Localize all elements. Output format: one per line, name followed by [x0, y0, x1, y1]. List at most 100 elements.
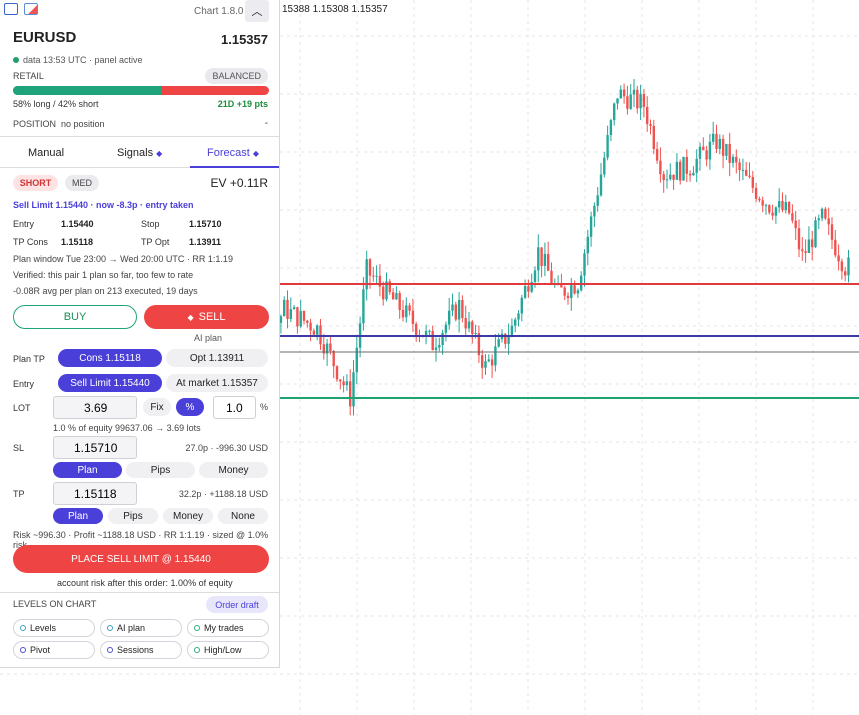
- tab-signals[interactable]: Signals ◆: [117, 147, 162, 159]
- sl-mode-pips[interactable]: Pips: [126, 462, 195, 478]
- candle-body: [834, 239, 837, 256]
- level-toggle-high-low[interactable]: High/Low: [187, 641, 269, 659]
- lot-input[interactable]: [53, 396, 137, 419]
- candle-body: [837, 255, 840, 262]
- candle-body: [652, 125, 655, 150]
- candle-body: [586, 236, 589, 254]
- risk-percent-input[interactable]: [213, 396, 256, 419]
- candle-body: [576, 290, 580, 294]
- candle-body: [778, 201, 781, 208]
- candle-body: [279, 316, 283, 323]
- candle-body: [655, 149, 659, 161]
- candle-body: [649, 124, 652, 126]
- candle-body: [309, 322, 312, 331]
- percent-button[interactable]: %: [176, 398, 204, 416]
- candle-body: [688, 173, 692, 176]
- plan-tp-opt-button[interactable]: Opt 1.13911: [166, 349, 268, 367]
- sell-button[interactable]: ◆ SELL: [144, 305, 269, 329]
- level-toggle-sessions[interactable]: Sessions: [100, 641, 182, 659]
- tp-info: 32.2p · +1188.18 USD: [178, 489, 268, 499]
- candle-body: [738, 162, 741, 171]
- sl-input[interactable]: [53, 436, 137, 459]
- retail-long-fill: [13, 86, 162, 95]
- candle-body: [679, 161, 682, 181]
- chart-type-icon[interactable]: [24, 3, 38, 15]
- candle-body: [573, 285, 576, 294]
- candle-body: [487, 359, 490, 362]
- collapse-button[interactable]: ︿: [245, 0, 269, 22]
- candle-body: [580, 275, 583, 291]
- order-draft-button[interactable]: Order draft: [206, 596, 268, 613]
- tp-mode-money[interactable]: Money: [163, 508, 213, 524]
- at-market-button[interactable]: At market 1.15357: [166, 374, 268, 392]
- buy-button[interactable]: BUY: [13, 305, 137, 329]
- tp-mode-plan[interactable]: Plan: [53, 508, 103, 524]
- level-toggle-label: My trades: [204, 623, 244, 633]
- tab-forecast[interactable]: Forecast ◆: [207, 147, 259, 159]
- fix-button[interactable]: Fix: [143, 398, 171, 416]
- list-icon[interactable]: [4, 3, 18, 15]
- candle-body: [401, 309, 405, 318]
- level-toggle-label: High/Low: [204, 645, 242, 655]
- candle-body: [774, 207, 778, 216]
- candle-body: [632, 89, 636, 95]
- candle-body: [415, 323, 418, 336]
- tp-mode-none[interactable]: None: [218, 508, 268, 524]
- candle-body: [408, 305, 411, 311]
- verified-note: Verified: this pair 1 plan so far, too f…: [13, 270, 194, 280]
- candle-body: [471, 321, 474, 335]
- candle-body: [781, 201, 784, 211]
- level-toggle-my-trades[interactable]: My trades: [187, 619, 269, 637]
- toggle-ring-icon: [194, 625, 200, 631]
- candle-body: [349, 381, 352, 407]
- toggle-ring-icon: [20, 625, 26, 631]
- toggle-ring-icon: [20, 647, 26, 653]
- lot-label: LOT: [13, 403, 31, 413]
- sell-limit-button[interactable]: Sell Limit 1.15440: [58, 374, 162, 392]
- candle-body: [811, 239, 814, 248]
- tab-manual[interactable]: Manual: [28, 147, 64, 159]
- candle-body: [507, 336, 510, 344]
- level-toggle-label: Pivot: [30, 645, 51, 655]
- symbol: EURUSD: [13, 29, 77, 46]
- retail-badge: BALANCED: [205, 68, 268, 84]
- ai-plan-caption: AI plan: [194, 333, 223, 343]
- candle-body: [494, 346, 497, 366]
- tp-mode-pips[interactable]: Pips: [108, 508, 158, 524]
- candle-body: [467, 321, 471, 329]
- candle-body: [312, 330, 316, 335]
- candle-body: [613, 103, 616, 121]
- candle-body: [405, 305, 408, 318]
- candle-body: [712, 133, 715, 142]
- candle-body: [533, 270, 537, 282]
- candle-body: [662, 174, 665, 181]
- tab-signals-label: Signals: [117, 147, 154, 159]
- position-label: POSITION: [13, 119, 57, 129]
- divider: [0, 592, 279, 593]
- sl-mode-money[interactable]: Money: [199, 462, 268, 478]
- candle-body: [547, 253, 550, 271]
- candle-body: [692, 172, 695, 176]
- level-toggle-ai-plan[interactable]: AI plan: [100, 619, 182, 637]
- tab-forecast-underline: [190, 166, 279, 168]
- candle-body: [599, 174, 603, 196]
- level-toggle-pivot[interactable]: Pivot: [13, 641, 95, 659]
- sl-mode-plan[interactable]: Plan: [53, 462, 122, 478]
- candle-body: [665, 179, 669, 181]
- candle-body: [646, 106, 649, 125]
- candle-body: [438, 344, 441, 348]
- candle-body: [388, 281, 391, 293]
- candle-body: [639, 94, 642, 109]
- candle-body: [725, 143, 728, 156]
- candle-body: [754, 187, 758, 199]
- candle-body: [735, 156, 738, 163]
- level-toggle-label: Sessions: [117, 645, 154, 655]
- tp-opt-label: TP Opt: [141, 237, 170, 247]
- place-order-button[interactable]: PLACE SELL LIMIT @ 1.15440: [13, 545, 269, 573]
- level-toggle-levels[interactable]: Levels: [13, 619, 95, 637]
- tp-input[interactable]: [53, 482, 137, 505]
- candle-body: [543, 253, 547, 267]
- tp-opt-value: 1.13911: [189, 237, 222, 247]
- candle-body: [355, 347, 358, 373]
- plan-tp-cons-button[interactable]: Cons 1.15118: [58, 349, 162, 367]
